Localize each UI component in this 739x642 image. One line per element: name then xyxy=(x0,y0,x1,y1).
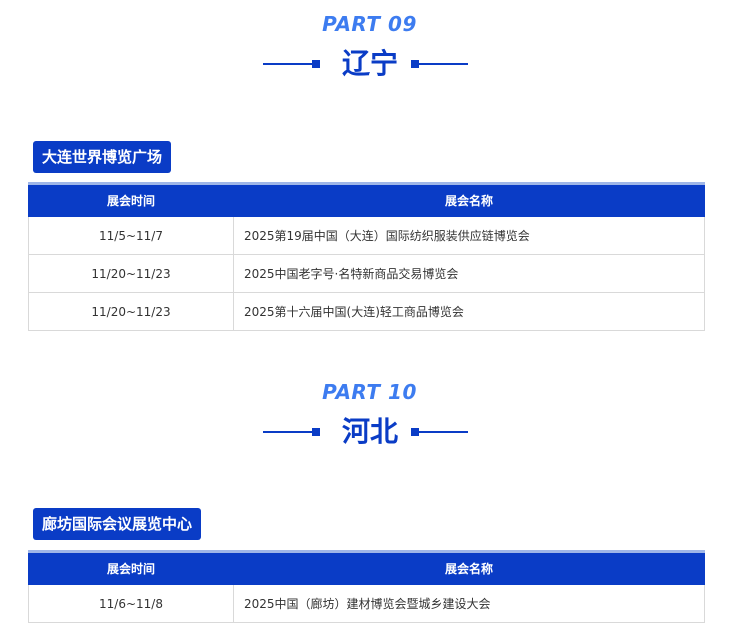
exhibition-time: 11/5~11/7 xyxy=(28,216,234,255)
region-heading: 辽宁 xyxy=(0,44,739,84)
table-row: 11/20~11/23 2025中国老字号·名特新商品交易博览会 xyxy=(28,254,705,293)
exhibition-time: 11/6~11/8 xyxy=(28,584,234,623)
decorative-line-right xyxy=(418,431,468,433)
column-header-name: 展会名称 xyxy=(233,550,705,585)
exhibition-table: 展会时间 展会名称 11/5~11/7 2025第19届中国（大连）国际纺织服装… xyxy=(28,182,705,331)
exhibition-name: 2025中国老字号·名特新商品交易博览会 xyxy=(233,254,705,293)
region-heading: 河北 xyxy=(0,412,739,452)
venue-label: 廊坊国际会议展览中心 xyxy=(33,508,202,540)
column-header-time: 展会时间 xyxy=(28,182,234,217)
table-header-row: 展会时间 展会名称 xyxy=(28,550,705,585)
decorative-line-left xyxy=(263,431,313,433)
column-header-name: 展会名称 xyxy=(233,182,705,217)
table-row: 11/6~11/8 2025中国（廊坊）建材博览会暨城乡建设大会 xyxy=(28,584,705,623)
decorative-line-right xyxy=(418,63,468,65)
part-label: PART 10 xyxy=(322,380,417,404)
table-header-row: 展会时间 展会名称 xyxy=(28,182,705,217)
exhibition-table: 展会时间 展会名称 11/6~11/8 2025中国（廊坊）建材博览会暨城乡建设… xyxy=(28,550,705,623)
exhibition-name: 2025中国（廊坊）建材博览会暨城乡建设大会 xyxy=(233,584,705,623)
part-label: PART 09 xyxy=(322,12,417,36)
section-header-part-09: PART 09 辽宁 xyxy=(0,12,739,84)
section-header-part-10: PART 10 河北 xyxy=(0,380,739,452)
column-header-time: 展会时间 xyxy=(28,550,234,585)
decorative-square-left xyxy=(312,428,320,436)
exhibition-name: 2025第十六届中国(大连)轻工商品博览会 xyxy=(233,292,705,331)
decorative-square-left xyxy=(312,60,320,68)
table-row: 11/20~11/23 2025第十六届中国(大连)轻工商品博览会 xyxy=(28,292,705,331)
table-row: 11/5~11/7 2025第19届中国（大连）国际纺织服装供应链博览会 xyxy=(28,216,705,255)
venue-label: 大连世界博览广场 xyxy=(33,141,172,173)
exhibition-time: 11/20~11/23 xyxy=(28,254,234,293)
exhibition-time: 11/20~11/23 xyxy=(28,292,234,331)
region-title: 辽宁 xyxy=(341,47,398,80)
decorative-line-left xyxy=(263,63,313,65)
region-title: 河北 xyxy=(341,415,398,448)
exhibition-name: 2025第19届中国（大连）国际纺织服装供应链博览会 xyxy=(233,216,705,255)
